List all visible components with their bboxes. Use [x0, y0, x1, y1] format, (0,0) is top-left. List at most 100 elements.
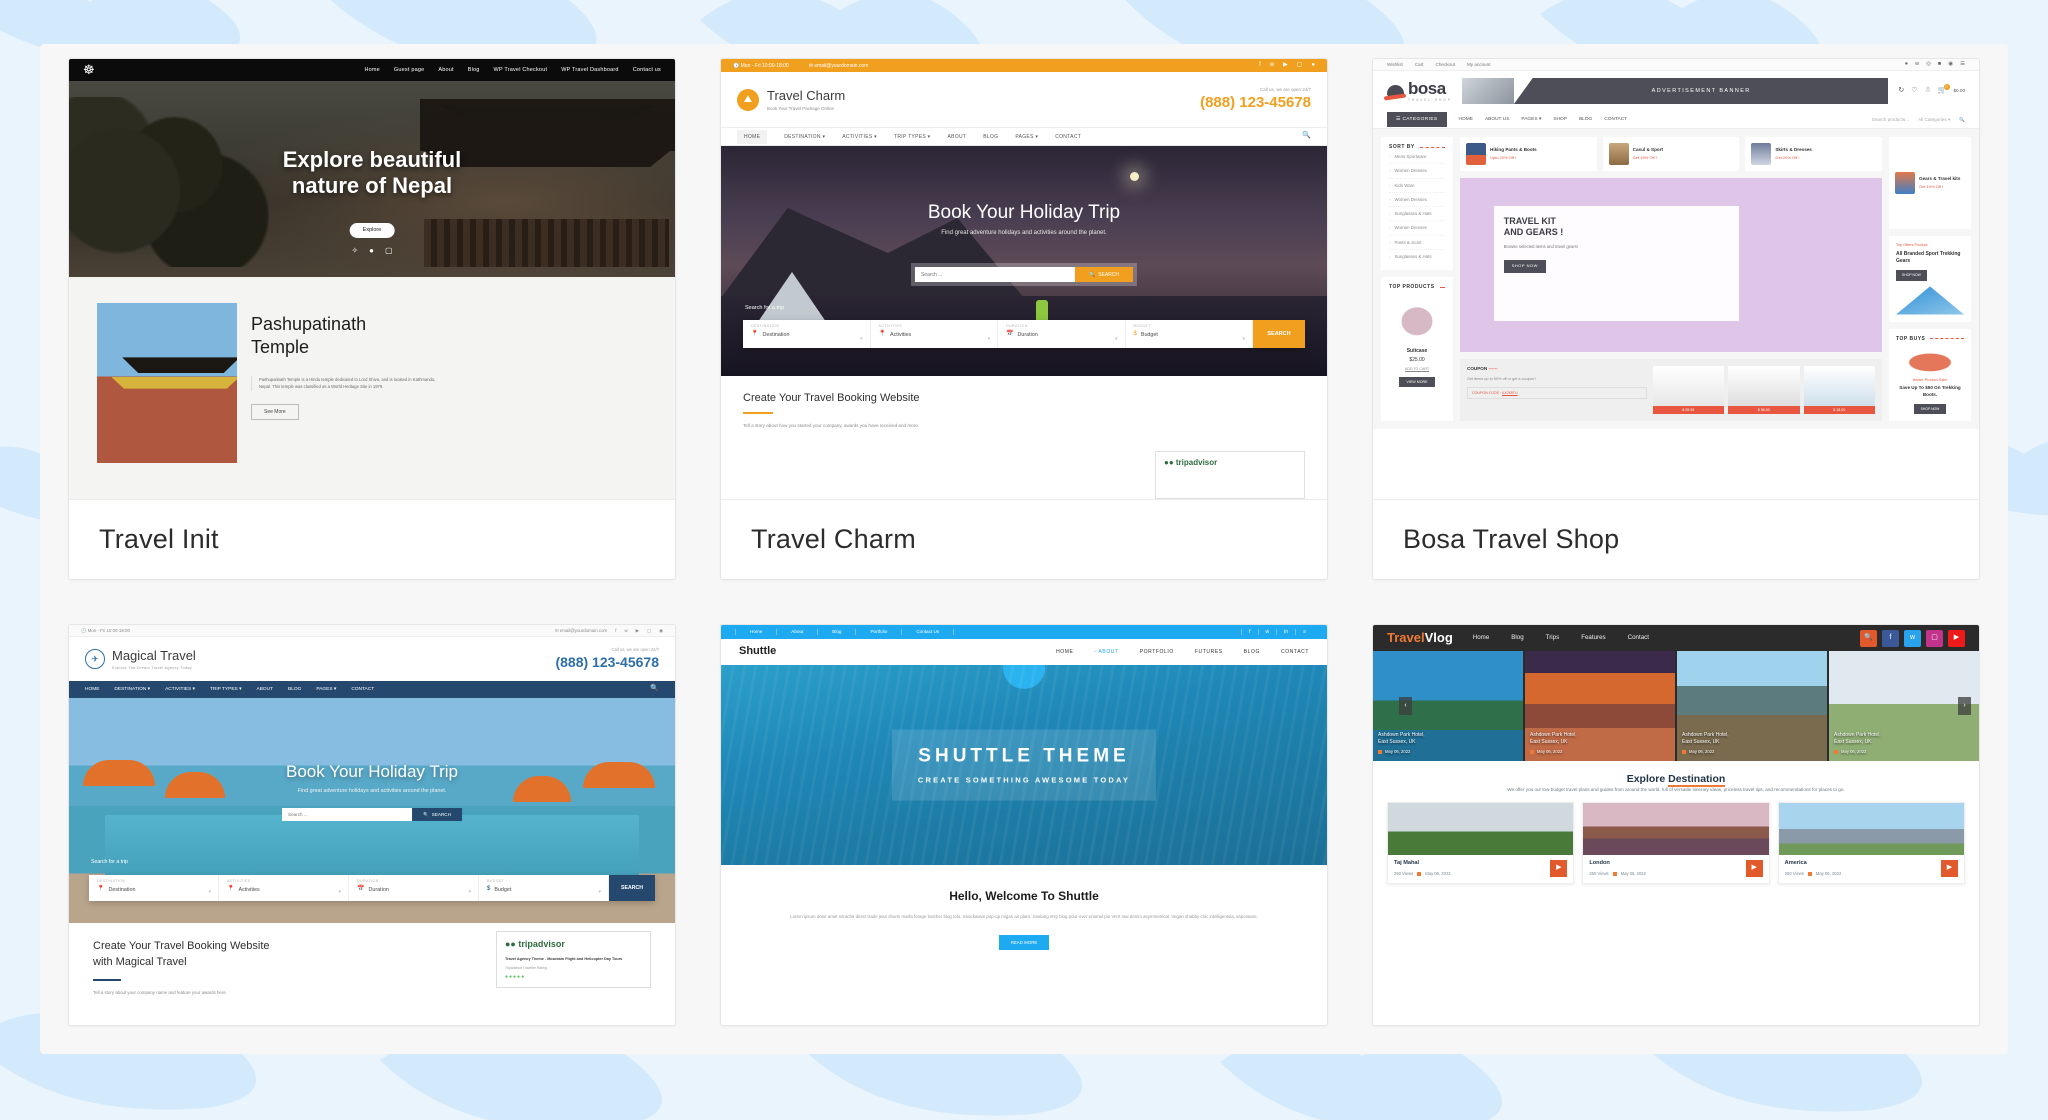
- booking-search-button[interactable]: SEARCH: [1253, 320, 1305, 348]
- theme-card-travel-charm[interactable]: 🕔 Mon - Fri 10:00-18:00 ✉ email@yourdoma…: [720, 58, 1328, 580]
- feature-see-more-button[interactable]: See More: [251, 403, 299, 420]
- facebook-icon[interactable]: ●: [369, 246, 374, 256]
- topbar-item-about[interactable]: About: [777, 629, 819, 635]
- email-label[interactable]: ✉ email@yourdomain.com: [809, 63, 869, 69]
- sort-item[interactable]: › Mens Sportware: [1389, 150, 1445, 165]
- theme-card-travel-vlog[interactable]: TravelVlog Home Blog Trips Features Cont…: [1372, 624, 1980, 1026]
- nav-item-pages[interactable]: PAGES ▾: [316, 687, 336, 693]
- nav-item-about[interactable]: - ABOUT: [1094, 649, 1118, 655]
- destination-card[interactable]: America 250 Views May 06, 2022 ▶: [1777, 802, 1965, 885]
- instagram-icon[interactable]: ≡: [1295, 629, 1313, 635]
- nav-item[interactable]: Contact us: [633, 67, 661, 74]
- pinterest-icon[interactable]: ●: [1311, 62, 1315, 69]
- top-offer-widget[interactable]: Top Offers Product All Branded Sport Tre…: [1889, 236, 1971, 322]
- twitter-icon[interactable]: ✧: [351, 246, 358, 256]
- pinterest-icon[interactable]: ◉: [659, 628, 663, 633]
- youtube-icon[interactable]: ▶: [1283, 62, 1288, 69]
- nav-item-contact[interactable]: Contact: [1628, 634, 1649, 641]
- view-more-button[interactable]: VIEW MORE: [1398, 376, 1436, 387]
- promo-shop-now-button[interactable]: SHOP NOW: [1503, 260, 1546, 273]
- wishlist-heart-icon[interactable]: ♡: [1911, 87, 1917, 95]
- nav-item[interactable]: Home: [364, 67, 379, 74]
- slider-prev-button[interactable]: ‹: [1399, 697, 1412, 715]
- theme-card-travel-init[interactable]: ☸ Home Guest page About Blog WP Travel C…: [68, 58, 676, 580]
- account-icon[interactable]: ☃: [1925, 87, 1931, 95]
- search-icon[interactable]: 🔍: [1959, 117, 1965, 123]
- topbar-link-cart[interactable]: Cart: [1415, 62, 1424, 68]
- theme-card-bosa-travel-shop[interactable]: Wishlist Cart Checkout My account ● w ◎ …: [1372, 58, 1980, 580]
- linkedin-icon[interactable]: ■: [1938, 61, 1941, 68]
- sort-item[interactable]: › Sunglasses & Hats: [1389, 207, 1445, 222]
- play-button[interactable]: ▶: [1745, 860, 1763, 878]
- nav-item-home[interactable]: HOME: [737, 129, 768, 144]
- top-buys-shop-now-button[interactable]: SHOP NOW: [1913, 403, 1947, 414]
- booking-field-activities[interactable]: ACTIVITIES 📍 Activities ▾: [871, 320, 998, 348]
- search-icon[interactable]: 🔍: [1302, 132, 1311, 140]
- nav-item-shop[interactable]: SHOP: [1553, 117, 1567, 123]
- sort-item[interactable]: › Women Dresses: [1389, 221, 1445, 236]
- mini-product[interactable]: $ 35.95: [1652, 366, 1725, 414]
- facebook-icon[interactable]: f: [1259, 62, 1261, 69]
- nav-item-home[interactable]: HOME: [1056, 649, 1073, 655]
- theme-card-shuttle[interactable]: Home About Blog Portfolio Contact Us f w…: [720, 624, 1328, 1026]
- topbar-item-contact-us[interactable]: Contact Us: [902, 629, 955, 635]
- hero-search-input[interactable]: [914, 267, 1075, 282]
- sort-item[interactable]: › Kids Ware: [1389, 179, 1445, 193]
- facebook-icon[interactable]: f: [1241, 629, 1257, 635]
- instagram-icon[interactable]: ◎: [1926, 61, 1931, 68]
- call-phone[interactable]: (888) 123-45678: [1200, 94, 1311, 112]
- sort-item[interactable]: › Pants & Scart: [1389, 236, 1445, 250]
- nav-item-contact[interactable]: CONTACT: [1604, 117, 1627, 123]
- sort-item[interactable]: › Sunglasses & Hats: [1389, 250, 1445, 263]
- twitter-icon[interactable]: w: [1257, 629, 1277, 635]
- destination-card[interactable]: London 250 Views May 06, 2022 ▶: [1582, 802, 1770, 885]
- nav-item[interactable]: About: [438, 67, 453, 74]
- sort-item[interactable]: › Women Dresses: [1389, 193, 1445, 208]
- play-button[interactable]: ▶: [1550, 860, 1568, 878]
- nav-item-blog[interactable]: Blog: [1511, 634, 1523, 641]
- product-card[interactable]: Skirts & Dresses Get 20% Off !: [1745, 137, 1883, 171]
- instagram-icon[interactable]: ▢: [1297, 62, 1303, 69]
- read-more-button[interactable]: READ MORE: [998, 934, 1050, 951]
- nav-item-about[interactable]: ABOUT: [257, 687, 274, 693]
- booking-field-activities[interactable]: ACTIVITIES 📍 Activities ▾: [219, 875, 349, 901]
- nav-item-portfolio[interactable]: PORTFOLIO: [1140, 649, 1174, 655]
- booking-field-duration[interactable]: DURATION 📅 Duration ▾: [349, 875, 479, 901]
- twitter-icon[interactable]: w: [1915, 61, 1919, 68]
- instagram-icon[interactable]: ▢: [1926, 629, 1943, 647]
- sort-item[interactable]: › Women Dresses: [1389, 164, 1445, 179]
- nav-item-blog[interactable]: BLOG: [1579, 117, 1592, 123]
- nav-item-activities[interactable]: ACTIVITIES ▾: [165, 687, 195, 693]
- nav-item-futures[interactable]: FUTURES: [1195, 649, 1223, 655]
- nav-item-about-us[interactable]: ABOUT US: [1485, 117, 1509, 123]
- bosa-logo[interactable]: bosa TRAVEL SHOP: [1387, 79, 1452, 103]
- topbar-item-portfolio[interactable]: Portfolio: [856, 629, 903, 635]
- destination-card[interactable]: Taj Mahal 250 Views May 06, 2022 ▶: [1387, 802, 1575, 885]
- facebook-icon[interactable]: f: [615, 628, 616, 633]
- nav-item-pages[interactable]: PAGES ▾: [1015, 134, 1038, 140]
- nav-item-destination[interactable]: DESTINATION ▾: [784, 134, 825, 140]
- pinterest-icon[interactable]: ◉: [1948, 61, 1953, 68]
- hero-explore-button[interactable]: Explore: [349, 223, 395, 238]
- email-label[interactable]: ✉ email@yourdomain.com: [555, 628, 607, 633]
- product-card[interactable]: Casul & Sport Get 15% Off !: [1602, 137, 1740, 171]
- youtube-icon[interactable]: ▶: [1948, 629, 1965, 647]
- menu-icon[interactable]: ☰: [1960, 61, 1965, 68]
- nav-item[interactable]: Guest page: [394, 67, 424, 74]
- nav-item-home[interactable]: Home: [1473, 634, 1490, 641]
- youtube-icon[interactable]: ▶: [636, 628, 639, 633]
- nav-item-about[interactable]: ABOUT: [947, 134, 966, 140]
- twitter-icon[interactable]: w: [1904, 629, 1921, 647]
- facebook-icon[interactable]: ●: [1905, 61, 1908, 68]
- theme-card-magical-travel[interactable]: 🕔 Mon - Fri 10:00-18:00 ✉ email@yourdoma…: [68, 624, 676, 1026]
- slide[interactable]: Ashdown Park Hotel, East Sussex, UK May …: [1525, 651, 1675, 761]
- topbar-item-blog[interactable]: Blog: [818, 629, 857, 635]
- booking-search-button[interactable]: SEARCH: [609, 875, 655, 901]
- mini-product[interactable]: $ 56.00: [1728, 366, 1800, 414]
- nav-item[interactable]: WP Travel Dashboard: [561, 67, 619, 74]
- nav-item-blog[interactable]: BLOG: [288, 687, 301, 693]
- topbar-item-home[interactable]: Home: [735, 629, 778, 635]
- linkedin-icon[interactable]: in: [1276, 629, 1295, 635]
- twitter-icon[interactable]: w: [624, 628, 627, 633]
- nav-item-blog[interactable]: BLOG: [1244, 649, 1260, 655]
